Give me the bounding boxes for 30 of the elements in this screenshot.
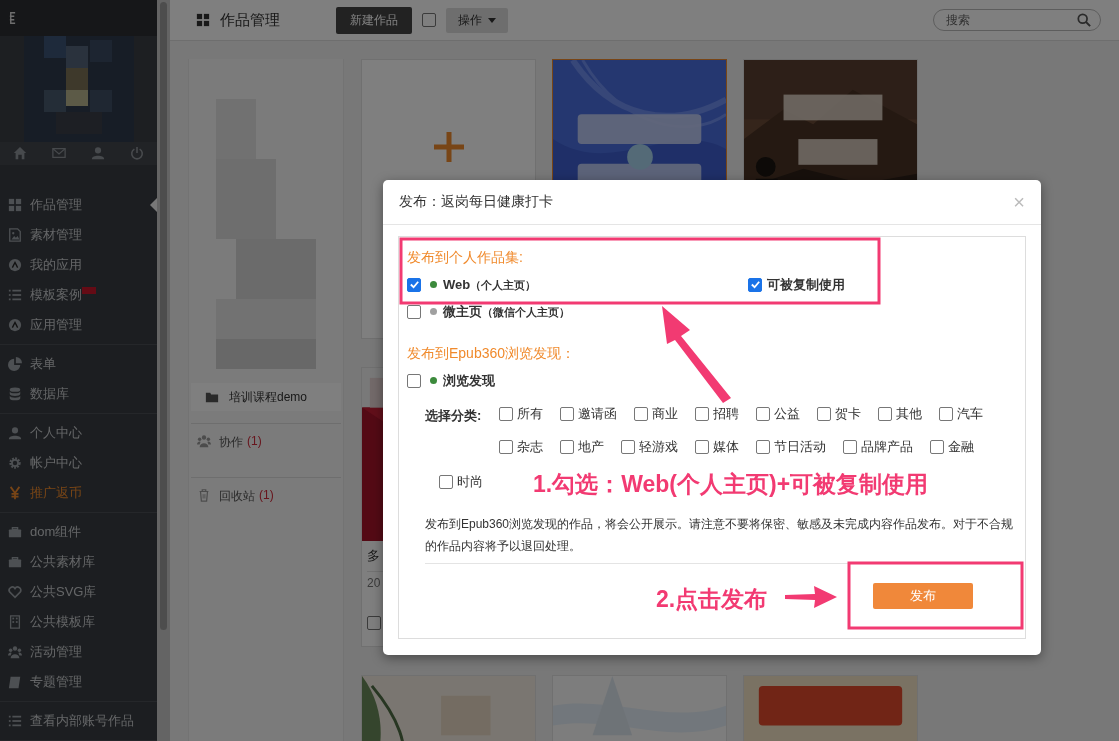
category-option: 邀请函	[578, 405, 617, 423]
option-label: 微主页（微信个人主页）	[443, 302, 570, 321]
category-option: 金融	[948, 438, 974, 456]
page-title: 作品管理	[220, 10, 280, 30]
count-label: (1)	[247, 434, 262, 448]
category-option: 所有	[517, 405, 543, 423]
category-option: 其他	[896, 405, 922, 423]
work-date: 20	[367, 576, 382, 590]
annotation-text: 2.点击发布	[656, 585, 768, 614]
category-option: 汽车	[957, 405, 983, 423]
section-title: 发布到个人作品集:	[407, 249, 524, 267]
category-option: 公益	[774, 405, 800, 423]
category-option: 杂志	[517, 438, 543, 456]
section-title: 发布到Epub360浏览发现：	[407, 345, 577, 363]
category-option: 商业	[652, 405, 678, 423]
category-label: 选择分类:	[425, 407, 483, 425]
category-option: 地产	[578, 438, 604, 456]
category-option: 节日活动	[774, 438, 826, 456]
dialog-title: 发布：返岗每日健康打卡	[399, 193, 553, 211]
category-option: 贺卡	[835, 405, 861, 423]
annotation-text: 1.勾选：Web(个人主页)+可被复制使用	[533, 470, 929, 499]
category-option: 媒体	[713, 438, 739, 456]
category-option: 时尚	[457, 473, 483, 491]
count-label: (1)	[259, 488, 274, 502]
option-label: Web（个人主页）	[443, 276, 537, 293]
option-label: 浏览发现	[443, 371, 495, 390]
category-option: 招聘	[713, 405, 739, 423]
category-option: 轻游戏	[639, 438, 678, 456]
option-label: 可被复制使用	[767, 275, 845, 294]
category-option: 品牌产品	[861, 438, 913, 456]
